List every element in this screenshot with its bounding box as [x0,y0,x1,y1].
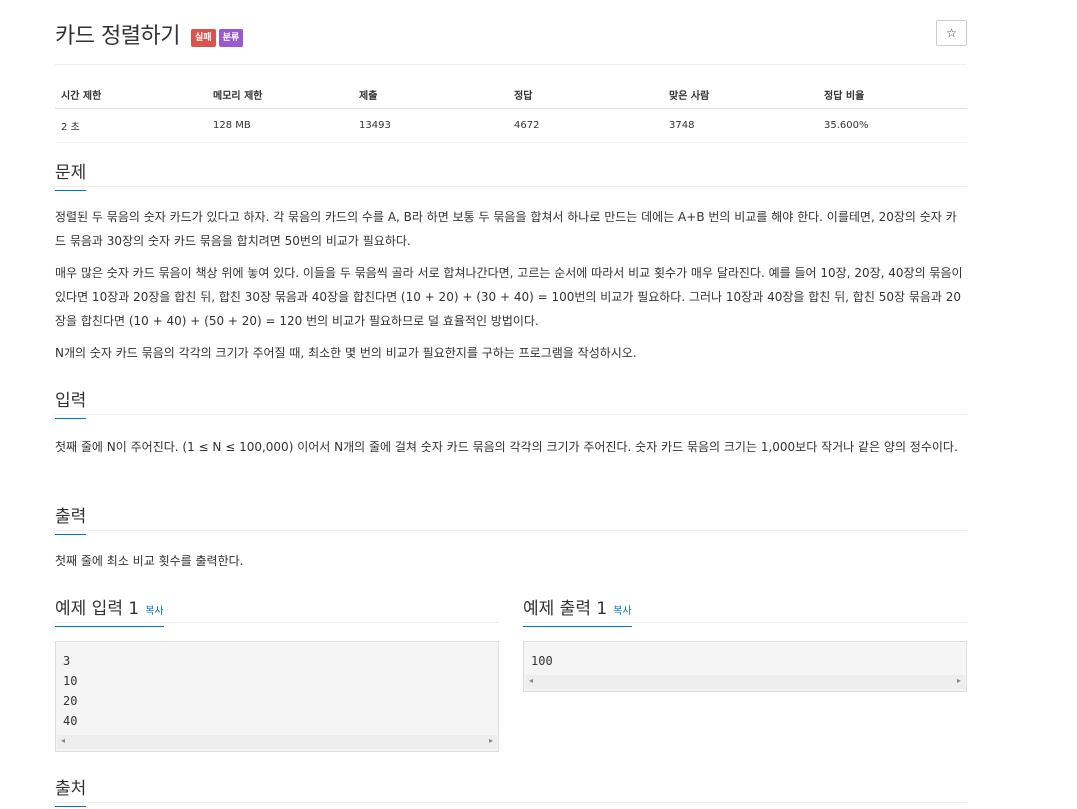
scroll-right-icon[interactable]: ▸ [957,676,961,685]
copy-sample-output-button[interactable]: 복사 [613,606,631,617]
input-body: 첫째 줄에 N이 주어진다. (1 ≤ N ≤ 100,000) 이어서 N개의… [55,435,967,459]
star-icon: ☆ [946,26,957,40]
header-accepted: 정답 [508,80,663,109]
copy-sample-input-button[interactable]: 복사 [145,606,163,617]
source-heading-row: 출처 [55,772,967,807]
description-body: 정렬된 두 묶음의 숫자 카드가 있다고 하자. 각 묶음의 카드의 수를 A,… [55,205,967,365]
sample-input-heading-row: 예제 입력 1 복사 [55,594,499,627]
solvers-value: 3748 [663,108,818,143]
output-heading-row: 출력 [55,500,967,535]
info-header-row: 시간 제한 메모리 제한 제출 정답 맞은 사람 정답 비율 [55,80,967,109]
sample-output-block: 예제 출력 1 복사 100 ◂ ▸ [523,594,967,692]
description-heading: 문제 [55,158,87,191]
header-accept-ratio: 정답 비율 [818,80,967,109]
header-memory-limit: 메모리 제한 [207,80,353,109]
header-time-limit: 시간 제한 [55,80,207,109]
header-submissions: 제출 [353,80,508,109]
sample-input-box[interactable]: 3 10 20 40 ◂ ▸ [55,641,499,752]
accepted-value: 4672 [508,108,663,143]
input-heading-row: 입력 [55,384,967,419]
problem-page: 카드 정렬하기 실패 분류 ☆ 시간 제한 메모리 제한 제출 정답 맞은 사람… [55,0,967,807]
submissions-value: 13493 [353,108,508,143]
header-solvers: 맞은 사람 [663,80,818,109]
sample-input-content[interactable]: 3 10 20 40 [56,642,498,735]
sample-output-heading: 예제 출력 1 복사 [523,594,632,627]
description-paragraph: N개의 숫자 카드 묶음의 각각의 크기가 주어질 때, 최소한 몇 번의 비교… [55,346,637,360]
source-heading: 출처 [55,774,87,807]
output-description: 첫째 줄에 최소 비교 횟수를 출력한다. [55,554,244,568]
output-body: 첫째 줄에 최소 비교 횟수를 출력한다. [55,549,967,573]
input-section: 입력 첫째 줄에 N이 주어진다. (1 ≤ N ≤ 100,000) 이어서 … [55,384,967,467]
input-description: 첫째 줄에 N이 주어진다. (1 ≤ N ≤ 100,000) 이어서 N개의… [55,440,958,454]
sample-output-scrollbar[interactable]: ◂ ▸ [525,675,965,689]
sample-input-title: 예제 입력 1 [55,599,140,619]
scroll-right-icon[interactable]: ▸ [489,736,493,745]
info-value-row: 2 초 128 MB 13493 4672 3748 35.600% [55,108,967,143]
description-section: 문제 정렬된 두 묶음의 숫자 카드가 있다고 하자. 각 묶음의 카드의 수를… [55,156,967,373]
output-section: 출력 첫째 줄에 최소 비교 횟수를 출력한다. [55,500,967,581]
fail-badge[interactable]: 실패 [191,29,216,47]
badge-group: 실패 분류 [191,29,244,47]
sample-output-title: 예제 출력 1 [523,599,608,619]
memory-limit-value: 128 MB [207,108,353,143]
source-section: 출처 [55,772,967,807]
sample-input-scrollbar[interactable]: ◂ ▸ [57,735,497,749]
sample-output-box[interactable]: 100 ◂ ▸ [523,641,967,692]
accept-ratio-value: 35.600% [818,108,967,143]
sample-input-heading: 예제 입력 1 복사 [55,594,164,627]
description-paragraph: 매우 많은 숫자 카드 묶음이 책상 위에 놓여 있다. 이들을 두 묶음씩 골… [55,266,963,328]
favorite-star-button[interactable]: ☆ [936,20,967,46]
category-badge[interactable]: 분류 [218,29,244,47]
sample-output-content[interactable]: 100 [524,642,966,675]
problem-info-table: 시간 제한 메모리 제한 제출 정답 맞은 사람 정답 비율 2 초 128 M… [55,80,967,143]
time-limit-value: 2 초 [55,108,207,143]
scroll-left-icon[interactable]: ◂ [529,676,533,685]
scroll-left-icon[interactable]: ◂ [61,736,65,745]
sample-input-block: 예제 입력 1 복사 3 10 20 40 ◂ ▸ [55,594,499,752]
output-heading: 출력 [55,502,87,535]
sample-output-heading-row: 예제 출력 1 복사 [523,594,967,627]
page-title: 카드 정렬하기 [55,24,180,49]
description-heading-row: 문제 [55,156,967,191]
title-row: 카드 정렬하기 실패 분류 ☆ [55,0,967,65]
input-heading: 입력 [55,386,87,419]
description-paragraph: 정렬된 두 묶음의 숫자 카드가 있다고 하자. 각 묶음의 카드의 수를 A,… [55,210,957,248]
